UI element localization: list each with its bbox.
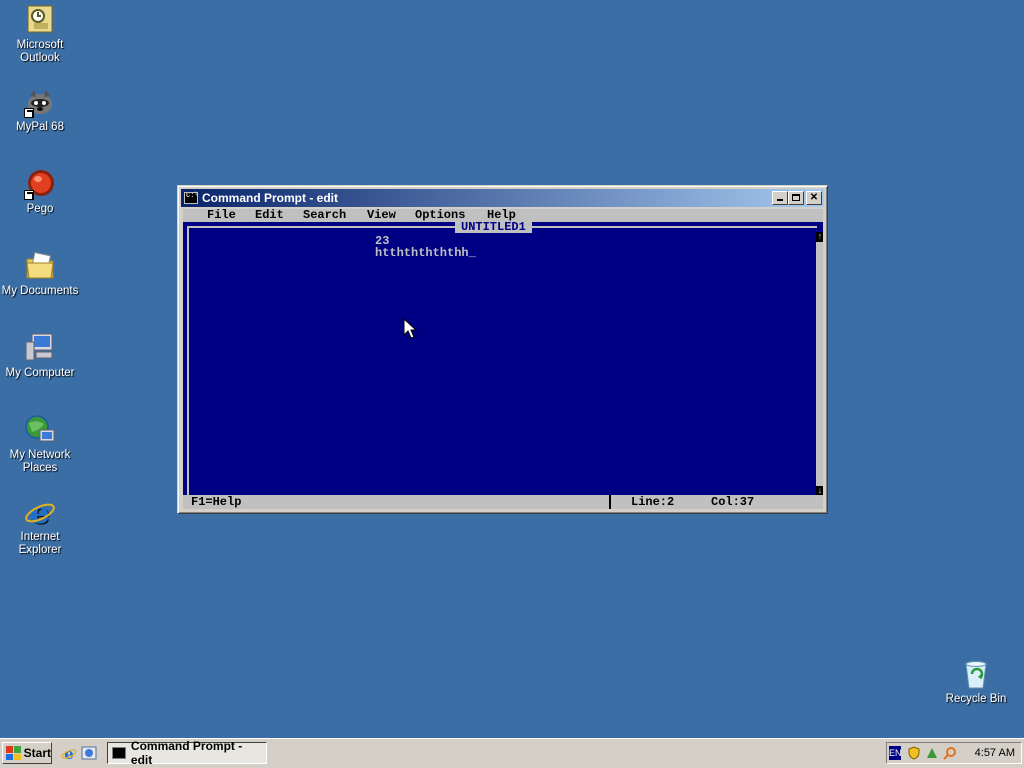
shortcut-arrow-icon xyxy=(24,190,34,200)
taskbar: Start e Command Prompt - edit EN 4:57 AM xyxy=(0,738,1024,768)
command-prompt-icon xyxy=(112,747,126,759)
network-places-icon xyxy=(24,414,56,446)
status-help: F1=Help xyxy=(191,495,242,509)
document-title: UNTITLED1 xyxy=(455,221,532,233)
menu-edit[interactable]: Edit xyxy=(255,209,284,222)
desktop-icon-internet-explorer[interactable]: e Internet Explorer xyxy=(0,496,80,557)
maximize-button[interactable] xyxy=(788,191,804,205)
desktop-icon-label: Recycle Bin xyxy=(945,693,1007,705)
editor-text-line[interactable]: htthththththh_ xyxy=(375,246,476,260)
windows-logo-icon xyxy=(6,746,21,760)
language-indicator[interactable]: EN xyxy=(889,746,902,760)
mypal-icon xyxy=(24,86,56,118)
maximize-icon xyxy=(792,194,800,201)
taskbar-button-command-prompt[interactable]: Command Prompt - edit xyxy=(107,739,267,767)
taskbar-button-label: Command Prompt - edit xyxy=(130,739,243,767)
edit-statusbar: F1=Help Line:2 Col:37 xyxy=(183,495,823,509)
search-tray-icon[interactable] xyxy=(943,746,957,760)
my-computer-icon xyxy=(24,332,56,364)
menu-file[interactable]: File xyxy=(207,209,236,222)
close-icon: ✕ xyxy=(809,192,819,203)
command-prompt-window[interactable]: Command Prompt - edit ✕ File Edit Search… xyxy=(177,185,828,514)
desktop-icon-label: Pego xyxy=(26,203,54,215)
desktop-icon-label: Internet Explorer xyxy=(18,531,62,556)
desktop-icon-my-computer[interactable]: My Computer xyxy=(0,332,80,380)
minimize-icon xyxy=(777,199,783,201)
editor-frame-left xyxy=(187,226,191,499)
desktop-icon-pego[interactable]: Pego xyxy=(0,168,80,216)
internet-explorer-icon: e xyxy=(24,496,56,528)
status-col: Col:37 xyxy=(711,495,755,509)
window-titlebar[interactable]: Command Prompt - edit ✕ xyxy=(181,189,824,207)
edit-console[interactable]: File Edit Search View Options Help UNTIT… xyxy=(183,209,823,509)
vertical-scrollbar[interactable]: ↑ ↓ xyxy=(816,232,823,496)
start-label: Start xyxy=(23,746,51,760)
quicklaunch-internet-explorer-icon[interactable]: e xyxy=(61,745,77,761)
pego-icon xyxy=(24,168,56,200)
system-tray: EN 4:57 AM xyxy=(886,742,1022,764)
desktop-icon-network-places[interactable]: My Network Places xyxy=(0,414,80,475)
desktop-icon-label: My Documents xyxy=(1,285,79,297)
desktop-icon-outlook[interactable]: Microsoft Outlook xyxy=(0,4,80,65)
menu-view[interactable]: View xyxy=(367,209,396,222)
desktop-icon-mypal[interactable]: MyPal 68 xyxy=(0,86,80,134)
window-title: Command Prompt - edit xyxy=(202,191,339,205)
editor-text: htthththththh xyxy=(375,246,469,260)
desktop-icon-label: Microsoft Outlook xyxy=(16,39,64,64)
desktop-icon-label: MyPal 68 xyxy=(16,121,64,133)
scroll-up-arrow-icon[interactable]: ↑ xyxy=(816,232,823,242)
shortcut-arrow-icon xyxy=(24,108,34,118)
svg-text:e: e xyxy=(30,496,49,528)
security-shield-icon[interactable] xyxy=(907,746,921,760)
network-tray-icon[interactable] xyxy=(925,746,939,760)
close-button[interactable]: ✕ xyxy=(806,191,822,205)
text-cursor: _ xyxy=(468,246,476,260)
status-separator xyxy=(609,495,611,509)
command-prompt-icon xyxy=(184,192,199,204)
desktop-icon-label: My Computer xyxy=(5,367,75,379)
desktop-icon-my-documents[interactable]: My Documents xyxy=(0,250,80,298)
quicklaunch-show-desktop-icon[interactable] xyxy=(81,745,97,761)
status-line: Line:2 xyxy=(631,495,675,509)
menu-search[interactable]: Search xyxy=(303,209,346,222)
desktop-icon-recycle-bin[interactable]: Recycle Bin xyxy=(936,658,1016,706)
my-documents-icon xyxy=(24,250,56,282)
mouse-pointer-icon xyxy=(403,318,417,339)
minimize-button[interactable] xyxy=(772,191,788,205)
clock[interactable]: 4:57 AM xyxy=(975,746,1015,760)
desktop-icon-label: My Network Places xyxy=(9,449,71,474)
recycle-bin-icon xyxy=(960,658,992,690)
start-button[interactable]: Start xyxy=(2,742,52,764)
window-controls: ✕ xyxy=(772,191,822,205)
outlook-icon xyxy=(24,4,56,36)
